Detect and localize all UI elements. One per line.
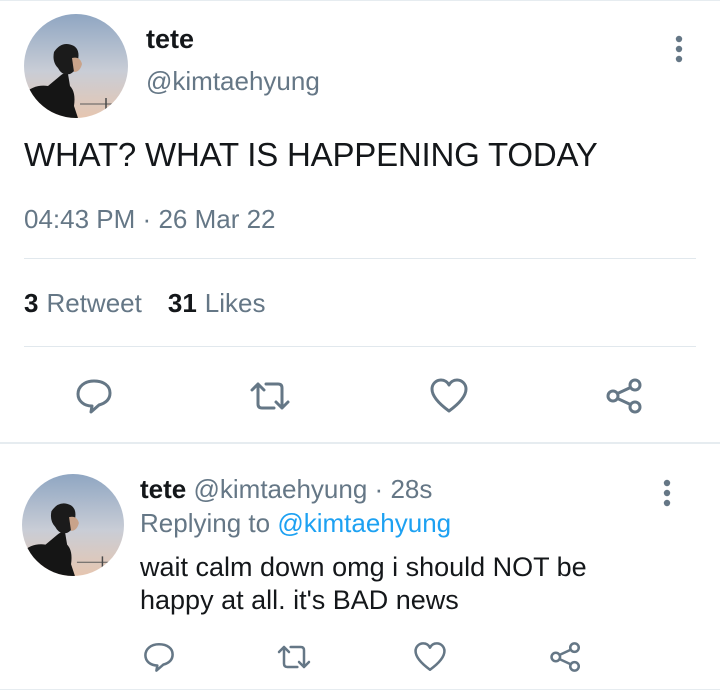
more-vertical-icon[interactable] [664, 32, 694, 68]
retweet-count: 3 [24, 288, 39, 318]
reply-handle[interactable]: @kimtaehyung [193, 474, 367, 504]
more-vertical-icon[interactable] [652, 476, 682, 512]
reply-icon[interactable] [142, 640, 176, 674]
reply-age: 28s [390, 474, 433, 504]
bottom-border [0, 689, 720, 690]
divider [24, 346, 696, 347]
replying-to-link[interactable]: @kimtaehyung [277, 508, 451, 538]
tweet-stats: 3 Retweet 31 Likes [24, 288, 281, 319]
display-name[interactable]: tete [146, 24, 194, 55]
like-label: Likes [204, 288, 266, 318]
divider [24, 258, 696, 259]
share-icon[interactable] [604, 376, 646, 416]
heart-icon[interactable] [428, 376, 470, 416]
replying-to-label: Replying to [140, 508, 271, 538]
heart-icon[interactable] [412, 640, 448, 674]
reply-text-line: happy at all. it's BAD news [140, 585, 459, 615]
section-divider [0, 442, 720, 444]
tweet-time: 04:43 PM [24, 204, 136, 234]
replying-to: Replying to @kimtaehyung [140, 508, 451, 539]
retweet-icon[interactable] [246, 376, 294, 416]
retweet-stat[interactable]: 3 Retweet [24, 288, 142, 319]
tweet-date: 26 Mar 22 [158, 204, 276, 234]
reply-avatar[interactable] [22, 474, 124, 576]
reply-text-line: wait calm down omg i should NOT be [140, 552, 587, 582]
separator: · [142, 204, 152, 234]
retweet-label: Retweet [46, 288, 142, 318]
reply-display-name[interactable]: tete [140, 474, 186, 504]
tweet-text: WHAT? WHAT IS HAPPENING TODAY [24, 136, 598, 173]
reply-icon[interactable] [74, 376, 114, 416]
separator: · [374, 474, 384, 504]
reply-header: tete @kimtaehyung · 28s [140, 474, 432, 505]
likes-stat[interactable]: 31 Likes [168, 288, 266, 319]
retweet-icon[interactable] [274, 640, 314, 674]
tweet-timestamp: 04:43 PM · 26 Mar 22 [24, 204, 276, 235]
avatar[interactable] [24, 14, 128, 118]
share-icon[interactable] [548, 640, 584, 674]
like-count: 31 [167, 288, 197, 318]
top-border [0, 0, 720, 1]
user-handle[interactable]: @kimtaehyung [146, 66, 320, 97]
reply-text: wait calm down omg i should NOT be happy… [140, 551, 660, 617]
